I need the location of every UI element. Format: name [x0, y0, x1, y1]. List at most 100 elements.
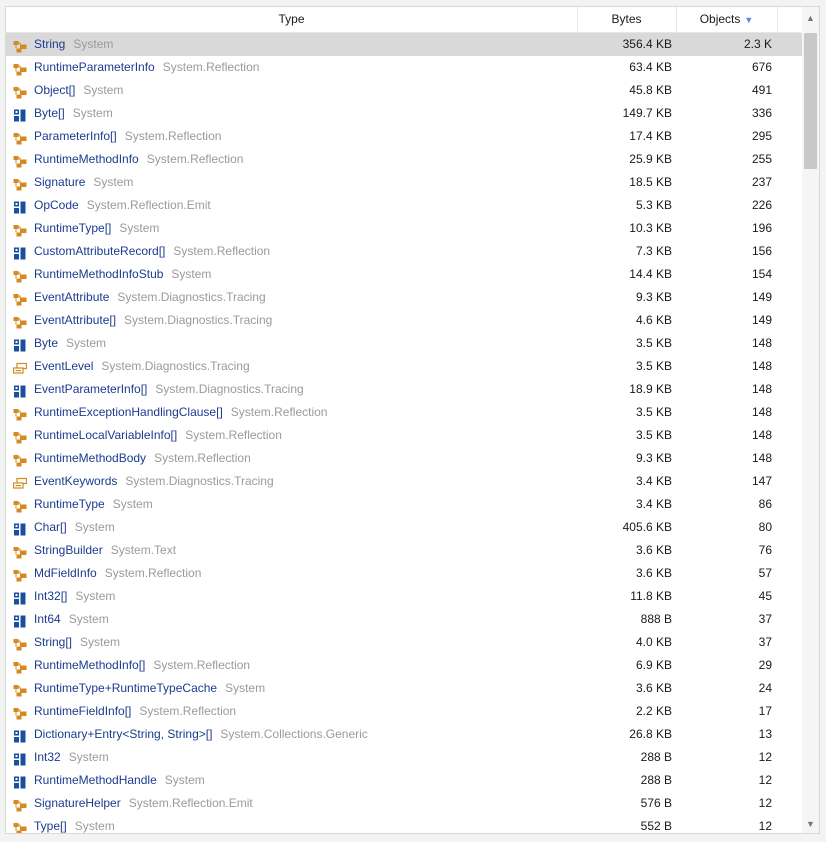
- class-icon: [13, 820, 27, 833]
- table-row[interactable]: Signature System 18.5 KB 237: [6, 171, 802, 194]
- table-row[interactable]: String System 356.4 KB 2.3 K: [6, 33, 802, 56]
- type-namespace: System.Diagnostics.Tracing: [155, 382, 304, 396]
- objects-cell: 2.3 K: [743, 37, 772, 51]
- type-name: Int64 System: [34, 608, 109, 631]
- type-name: SignatureHelper System.Reflection.Emit: [34, 792, 253, 815]
- table-row[interactable]: EventAttribute System.Diagnostics.Tracing…: [6, 286, 802, 309]
- table-row[interactable]: RuntimeMethodBody System.Reflection 9.3 KB…: [6, 447, 802, 470]
- table-body: String System 356.4 KB 2.3 K RuntimeParamete…: [6, 33, 802, 833]
- objects-cell: 491: [751, 83, 772, 97]
- type-name-label: RuntimeType+RuntimeTypeCache: [34, 681, 218, 695]
- bytes-cell: 18.9 KB: [629, 382, 672, 396]
- table-row[interactable]: RuntimeType+RuntimeTypeCache System 3.6 KB…: [6, 677, 802, 700]
- type-name-label: OpCode: [34, 198, 79, 212]
- bytes-cell: 3.5 KB: [635, 359, 672, 373]
- table-row[interactable]: RuntimeLocalVariableInfo[] System.Reflect…: [6, 424, 802, 447]
- class-icon: [13, 498, 27, 513]
- bytes-cell: 3.5 KB: [635, 405, 672, 419]
- objects-cell: 12: [758, 773, 772, 787]
- objects-cell: 76: [758, 543, 772, 557]
- struct-icon: [13, 245, 27, 260]
- table-row[interactable]: RuntimeMethodInfo[] System.Reflection 6.9 …: [6, 654, 802, 677]
- bytes-cell: 3.6 KB: [635, 681, 672, 695]
- type-name: RuntimeType[] System: [34, 217, 159, 240]
- objects-cell: 336: [751, 106, 772, 120]
- table-row[interactable]: EventAttribute[] System.Diagnostics.Traci…: [6, 309, 802, 332]
- column-header-bytes[interactable]: Bytes: [577, 7, 677, 32]
- table-row[interactable]: CustomAttributeRecord[] System.Reflection…: [6, 240, 802, 263]
- bytes-cell: 18.5 KB: [629, 175, 672, 189]
- type-name-label: Int32[]: [34, 589, 68, 603]
- type-name: OpCode System.Reflection.Emit: [34, 194, 211, 217]
- table-row[interactable]: Object[] System 45.8 KB 491: [6, 79, 802, 102]
- table-row[interactable]: RuntimeType[] System 10.3 KB 196: [6, 217, 802, 240]
- table-row[interactable]: EventKeywords System.Diagnostics.Tracing 3…: [6, 470, 802, 493]
- type-namespace: System.Diagnostics.Tracing: [101, 359, 250, 373]
- table-row[interactable]: Byte[] System 149.7 KB 336: [6, 102, 802, 125]
- type-namespace: System: [74, 819, 115, 833]
- objects-cell: 12: [758, 750, 772, 764]
- type-name: RuntimeMethodInfo[] System.Reflection: [34, 654, 250, 677]
- class-icon: [13, 682, 27, 697]
- table-row[interactable]: RuntimeMethodInfoStub System 14.4 KB 154: [6, 263, 802, 286]
- scrollbar-thumb[interactable]: [804, 33, 817, 169]
- table-row[interactable]: ParameterInfo[] System.Reflection 17.4 KB 2…: [6, 125, 802, 148]
- sort-descending-icon: ▼: [744, 15, 754, 25]
- table-row[interactable]: Type[] System 552 B 12: [6, 815, 802, 833]
- class-icon: [13, 268, 27, 283]
- type-memory-table: Type Bytes Objects ▼ String System 356.4 KB…: [5, 6, 820, 834]
- column-header-objects[interactable]: Objects ▼: [676, 7, 778, 32]
- table-row[interactable]: SignatureHelper System.Reflection.Emit 576…: [6, 792, 802, 815]
- table-row[interactable]: Int64 System 888 B 37: [6, 608, 802, 631]
- type-namespace: System.Reflection: [230, 405, 328, 419]
- type-namespace: System: [74, 520, 115, 534]
- column-header-type[interactable]: Type: [6, 7, 578, 32]
- class-icon: [13, 636, 27, 651]
- type-namespace: System.Reflection: [146, 152, 244, 166]
- type-name-label: SignatureHelper: [34, 796, 121, 810]
- table-row[interactable]: Char[] System 405.6 KB 80: [6, 516, 802, 539]
- objects-cell: 148: [751, 405, 772, 419]
- scroll-up-arrow-icon[interactable]: ▲: [802, 13, 819, 23]
- table-row[interactable]: Dictionary+Entry<String, String>[] System…: [6, 723, 802, 746]
- objects-cell: 676: [751, 60, 772, 74]
- bytes-cell: 9.3 KB: [635, 290, 672, 304]
- class-icon: [13, 84, 27, 99]
- bytes-cell: 3.6 KB: [635, 543, 672, 557]
- table-row[interactable]: OpCode System.Reflection.Emit 5.3 KB 226: [6, 194, 802, 217]
- table-row[interactable]: RuntimeMethodInfo System.Reflection 25.9 K…: [6, 148, 802, 171]
- type-namespace: System.Reflection.Emit: [86, 198, 211, 212]
- type-name-label: RuntimeParameterInfo: [34, 60, 155, 74]
- type-name-label: RuntimeMethodInfo[]: [34, 658, 146, 672]
- type-name-label: EventAttribute: [34, 290, 110, 304]
- type-namespace: System.Diagnostics.Tracing: [117, 290, 266, 304]
- table-row[interactable]: String[] System 4.0 KB 37: [6, 631, 802, 654]
- table-row[interactable]: Byte System 3.5 KB 148: [6, 332, 802, 355]
- table-row[interactable]: RuntimeType System 3.4 KB 86: [6, 493, 802, 516]
- table-row[interactable]: Int32[] System 11.8 KB 45: [6, 585, 802, 608]
- table-row[interactable]: Int32 System 288 B 12: [6, 746, 802, 769]
- type-name: RuntimeType System: [34, 493, 153, 516]
- type-name-label: Type[]: [34, 819, 67, 833]
- class-icon: [13, 61, 27, 76]
- type-namespace: System: [72, 106, 113, 120]
- objects-cell: 57: [758, 566, 772, 580]
- type-name: EventAttribute System.Diagnostics.Tracing: [34, 286, 266, 309]
- table-row[interactable]: RuntimeFieldInfo[] System.Reflection 2.2 K…: [6, 700, 802, 723]
- objects-cell: 37: [758, 635, 772, 649]
- table-row[interactable]: StringBuilder System.Text 3.6 KB 76: [6, 539, 802, 562]
- objects-cell: 148: [751, 336, 772, 350]
- table-row[interactable]: MdFieldInfo System.Reflection 3.6 KB 57: [6, 562, 802, 585]
- enum-icon: [12, 475, 28, 489]
- column-header-type-label: Type: [278, 12, 305, 26]
- class-icon: [13, 314, 27, 329]
- table-row[interactable]: RuntimeParameterInfo System.Reflection 63.…: [6, 56, 802, 79]
- vertical-scrollbar[interactable]: ▲ ▼: [802, 7, 819, 833]
- table-row[interactable]: EventLevel System.Diagnostics.Tracing 3.5 …: [6, 355, 802, 378]
- table-row[interactable]: RuntimeMethodHandle System 288 B 12: [6, 769, 802, 792]
- table-row[interactable]: EventParameterInfo[] System.Diagnostics.T…: [6, 378, 802, 401]
- scroll-down-arrow-icon[interactable]: ▼: [802, 819, 819, 829]
- bytes-cell: 552 B: [640, 819, 672, 833]
- table-row[interactable]: RuntimeExceptionHandlingClause[] System.R…: [6, 401, 802, 424]
- type-name: RuntimeType+RuntimeTypeCache System: [34, 677, 265, 700]
